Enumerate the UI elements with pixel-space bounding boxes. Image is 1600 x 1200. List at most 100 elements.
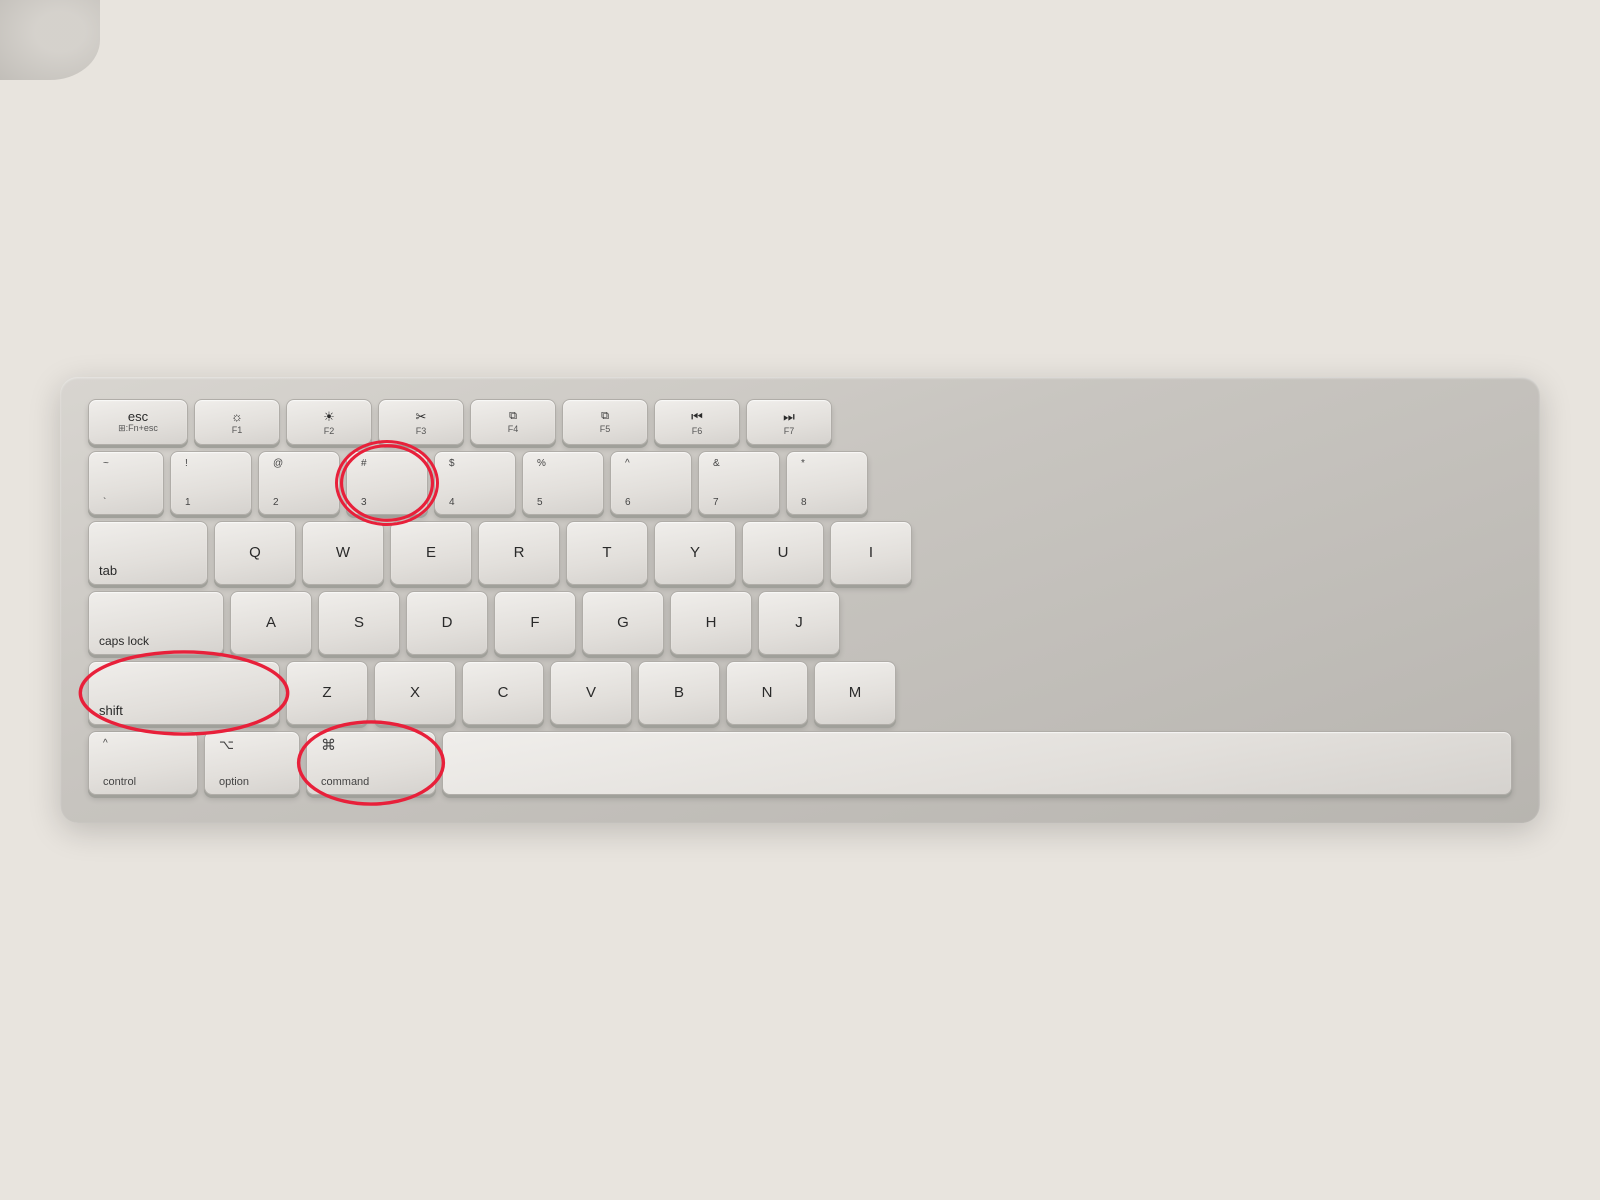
key-f3[interactable]: ✂ F3	[378, 399, 464, 445]
key-tab[interactable]: tab	[88, 521, 208, 585]
five-label: 5	[537, 497, 543, 508]
option-icon: ⌥	[219, 738, 234, 752]
key-option[interactable]: ⌥ option	[204, 731, 300, 795]
m-label: M	[849, 685, 862, 702]
key-n[interactable]: N	[726, 661, 808, 725]
f3-label: F3	[416, 426, 427, 436]
key-4[interactable]: $ 4	[434, 451, 516, 515]
key-7[interactable]: & 7	[698, 451, 780, 515]
f2-label: F2	[324, 426, 335, 436]
circle-shift-overlay	[75, 648, 293, 738]
key-2[interactable]: @ 2	[258, 451, 340, 515]
tab-label: tab	[99, 563, 117, 578]
qwerty-row: tab Q W E R T Y U I	[88, 521, 1512, 585]
key-1[interactable]: ! 1	[170, 451, 252, 515]
ctrl-label: control	[103, 776, 136, 788]
n-label: N	[762, 685, 773, 702]
f-label: F	[530, 615, 539, 632]
esc-sub: ⊞:Fn+esc	[118, 424, 158, 434]
z-label: Z	[322, 685, 331, 702]
key-h[interactable]: H	[670, 591, 752, 655]
number-row: ~ ` ! 1 @ 2 # 3 $ 4	[88, 451, 1512, 515]
e-label: E	[426, 545, 436, 562]
command-label: command	[321, 776, 369, 788]
keyboard: esc ⊞:Fn+esc ☼ F1 ☀ F2 ✂ F3 ⧉ F4 ⧉ F5	[60, 377, 1540, 823]
v-label: V	[586, 685, 596, 702]
r-label: R	[514, 545, 525, 562]
key-f5[interactable]: ⧉ F5	[562, 399, 648, 445]
key-x[interactable]: X	[374, 661, 456, 725]
key-a[interactable]: A	[230, 591, 312, 655]
at-label: @	[273, 458, 283, 469]
exclaim-label: !	[185, 458, 188, 469]
f4-icon: ⧉	[509, 410, 517, 423]
circle-3-overlay	[335, 440, 439, 526]
f3-icon: ✂	[416, 409, 427, 425]
key-5[interactable]: % 5	[522, 451, 604, 515]
key-r[interactable]: R	[478, 521, 560, 585]
esc-label: esc	[128, 410, 148, 424]
six-label: 6	[625, 497, 631, 508]
key-f6[interactable]: ⏮ F6	[654, 399, 740, 445]
key-6[interactable]: ^ 6	[610, 451, 692, 515]
caps-label: caps lock	[99, 634, 149, 648]
key-i[interactable]: I	[830, 521, 912, 585]
key-j[interactable]: J	[758, 591, 840, 655]
percent-label: %	[537, 458, 546, 469]
f2-icon: ☀	[323, 409, 335, 425]
key-m[interactable]: M	[814, 661, 896, 725]
key-s[interactable]: S	[318, 591, 400, 655]
hash-label: #	[361, 458, 367, 469]
two-label: 2	[273, 497, 279, 508]
tilde-label: ~	[103, 458, 109, 469]
key-z[interactable]: Z	[286, 661, 368, 725]
j-label: J	[795, 615, 803, 632]
key-backtick[interactable]: ~ `	[88, 451, 164, 515]
key-command[interactable]: ⌘ command	[306, 731, 436, 795]
backtick-label: `	[103, 497, 106, 508]
key-g[interactable]: G	[582, 591, 664, 655]
fn-row: esc ⊞:Fn+esc ☼ F1 ☀ F2 ✂ F3 ⧉ F4 ⧉ F5	[88, 399, 1512, 445]
key-c[interactable]: C	[462, 661, 544, 725]
key-f4[interactable]: ⧉ F4	[470, 399, 556, 445]
key-e[interactable]: E	[390, 521, 472, 585]
f4-label: F4	[508, 424, 519, 434]
key-q[interactable]: Q	[214, 521, 296, 585]
three-label: 3	[361, 497, 367, 508]
y-label: Y	[690, 545, 700, 562]
key-3[interactable]: # 3	[346, 451, 428, 515]
key-8[interactable]: * 8	[786, 451, 868, 515]
key-u[interactable]: U	[742, 521, 824, 585]
c-label: C	[498, 685, 509, 702]
key-t[interactable]: T	[566, 521, 648, 585]
key-esc[interactable]: esc ⊞:Fn+esc	[88, 399, 188, 445]
key-y[interactable]: Y	[654, 521, 736, 585]
key-f7[interactable]: ⏭ F7	[746, 399, 832, 445]
amp-label: &	[713, 458, 720, 469]
b-label: B	[674, 685, 684, 702]
caret-label: ^	[625, 458, 630, 469]
f5-label: F5	[600, 424, 611, 434]
seven-label: 7	[713, 497, 719, 508]
key-b[interactable]: B	[638, 661, 720, 725]
q-label: Q	[249, 545, 261, 562]
key-f[interactable]: F	[494, 591, 576, 655]
key-control[interactable]: ^ control	[88, 731, 198, 795]
f6-icon: ⏮	[691, 409, 703, 425]
key-d[interactable]: D	[406, 591, 488, 655]
key-f2[interactable]: ☀ F2	[286, 399, 372, 445]
zxcv-row: shift Z X C V B N	[88, 661, 1512, 725]
dollar-label: $	[449, 458, 455, 469]
modifier-row: ^ control ⌥ option ⌘ command	[88, 731, 1512, 795]
a-label: A	[266, 615, 276, 632]
key-spacebar[interactable]	[442, 731, 1512, 795]
key-f1[interactable]: ☼ F1	[194, 399, 280, 445]
key-shift[interactable]: shift	[88, 661, 280, 725]
keyboard-rows: esc ⊞:Fn+esc ☼ F1 ☀ F2 ✂ F3 ⧉ F4 ⧉ F5	[88, 399, 1512, 795]
key-w[interactable]: W	[302, 521, 384, 585]
d-label: D	[442, 615, 453, 632]
shift-label: shift	[99, 703, 123, 718]
u-label: U	[778, 545, 789, 562]
key-v[interactable]: V	[550, 661, 632, 725]
key-caps[interactable]: caps lock	[88, 591, 224, 655]
